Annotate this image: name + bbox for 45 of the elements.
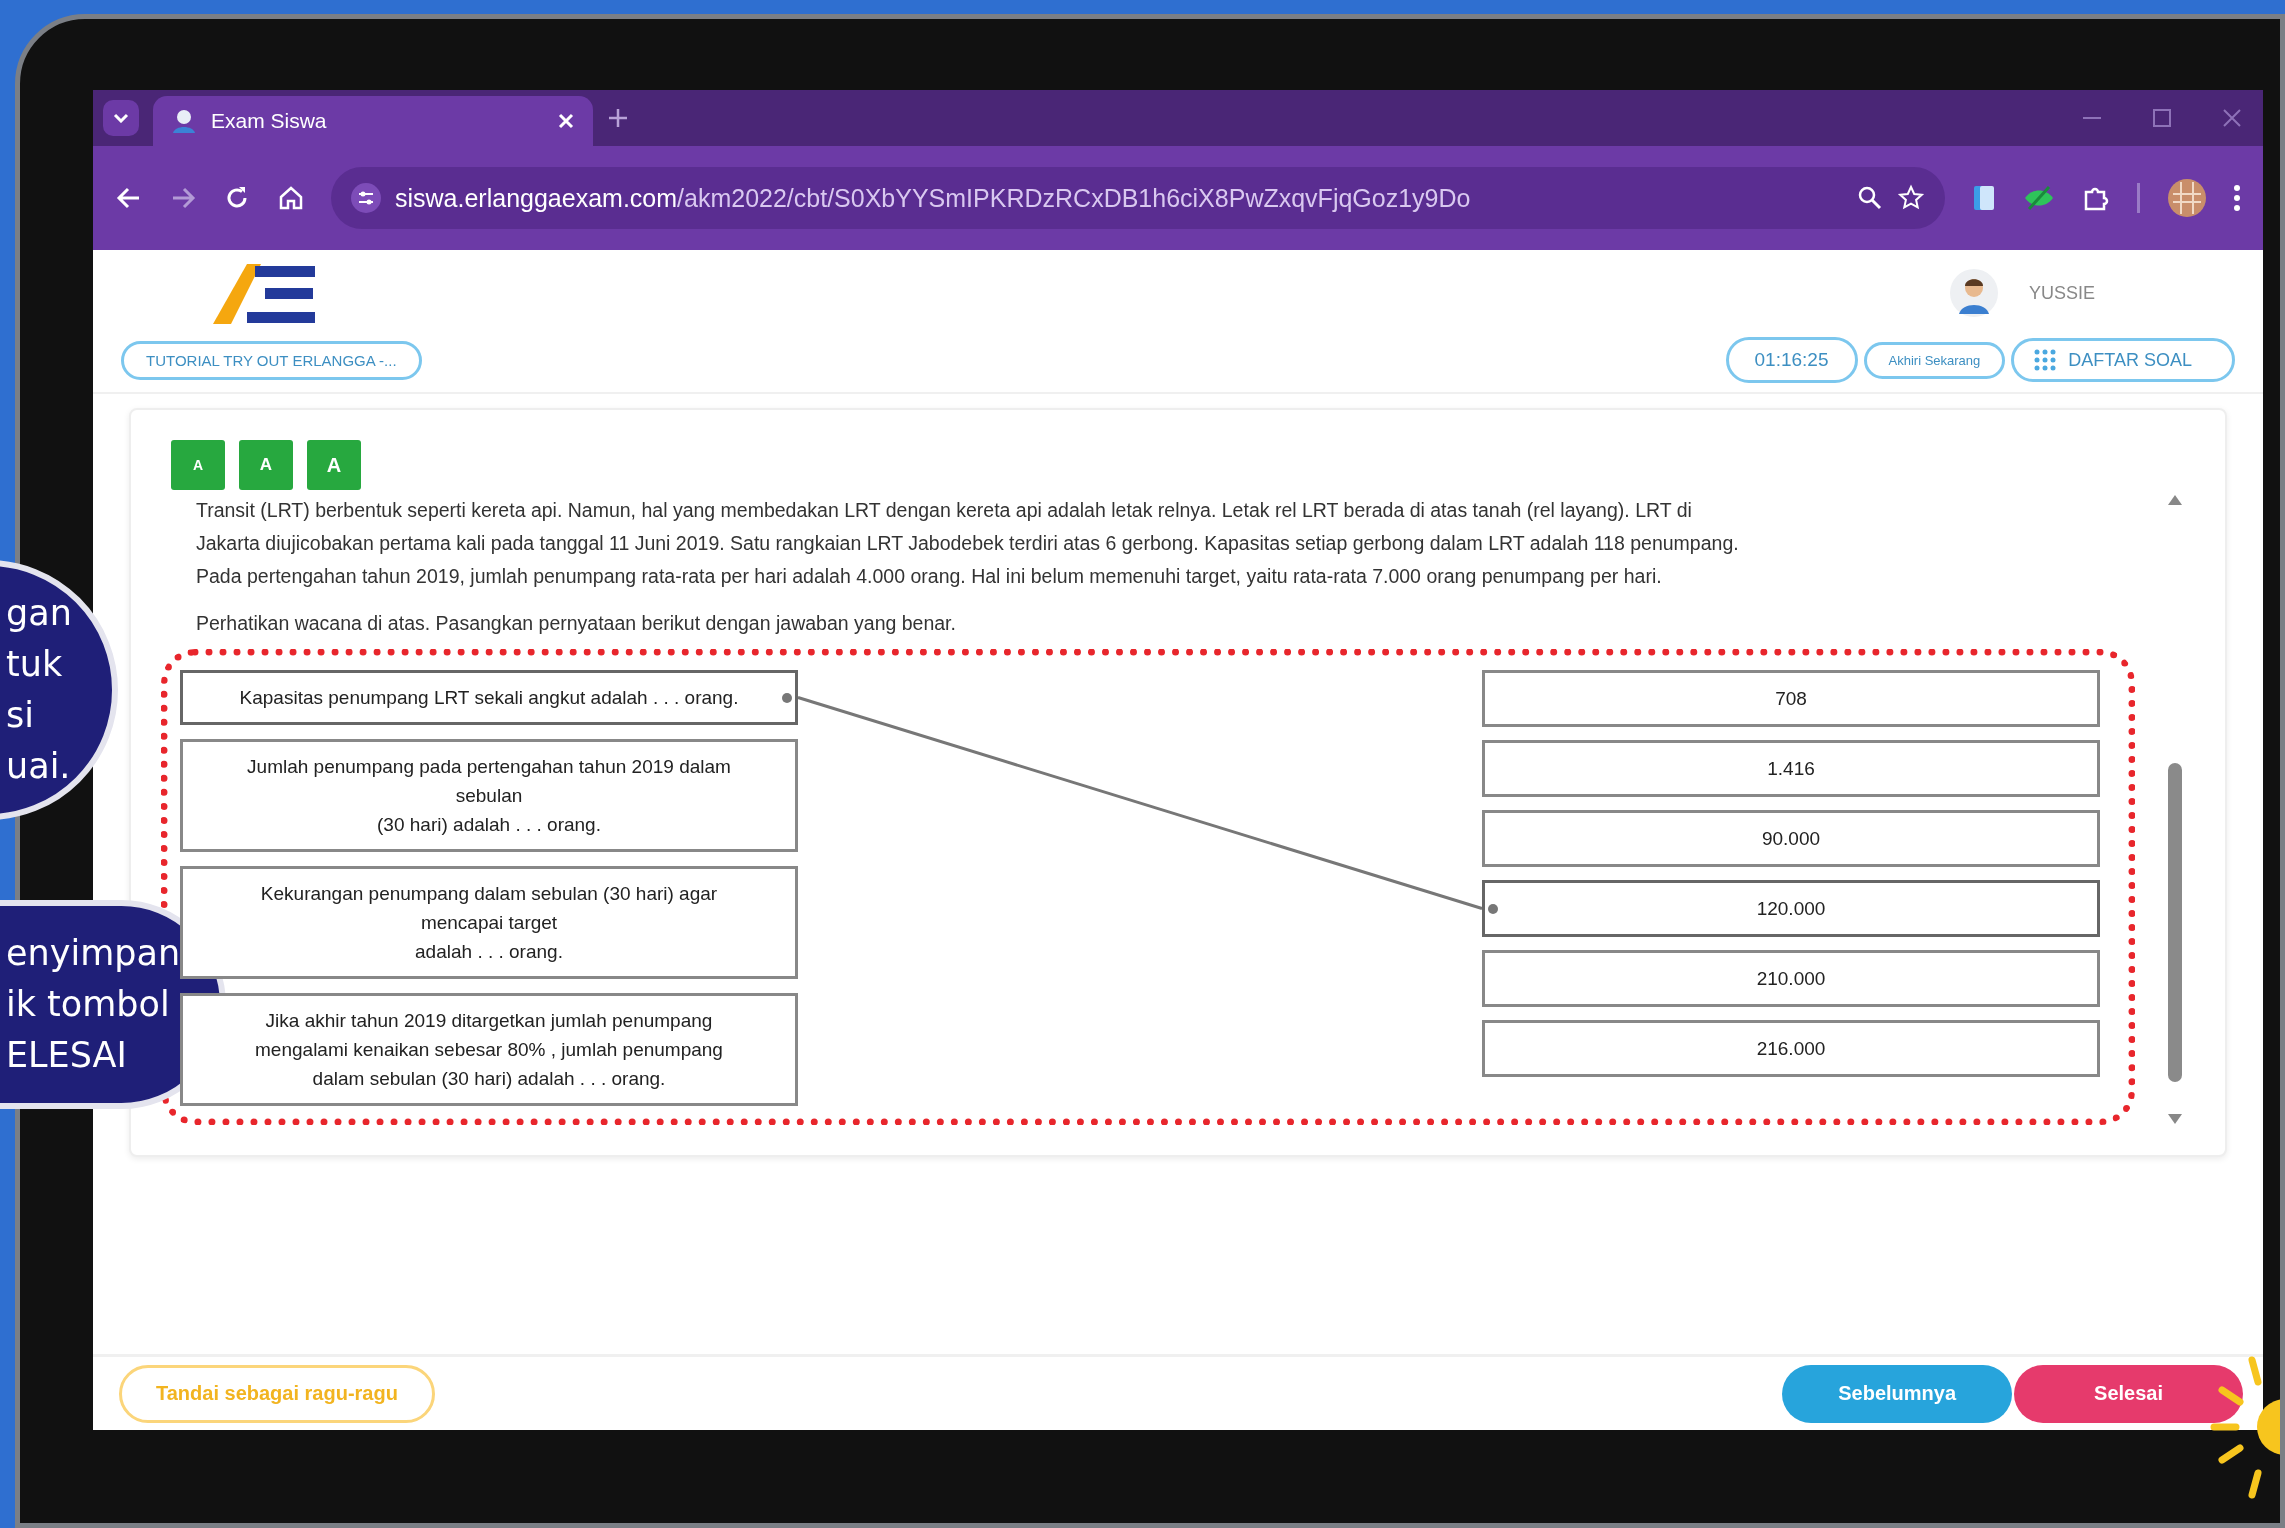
scroll-down-icon[interactable]	[2167, 1113, 2183, 1125]
statement-item[interactable]: Jumlah penumpang pada pertengahan tahun 2019 dalam sebulan (30 hari) adalah . . . orang.	[180, 739, 798, 852]
user-avatar-icon	[1948, 268, 1999, 318]
home-icon[interactable]	[277, 184, 305, 212]
site-settings-icon[interactable]	[351, 183, 381, 213]
passage-line: Pada pertengahan tahun 2019, jumlah penumpang rata-rata per hari adalah 4.000 orang. Hal ini belum memenuhi target, yaitu rata-rata 7.000 orang penumpang per hari.	[196, 564, 1663, 589]
more-menu-icon[interactable]	[2233, 183, 2241, 213]
answer-item[interactable]: 210.000	[1482, 950, 2100, 1007]
timer-badge: 01:16:25	[1725, 337, 1858, 383]
user-name: YUSSIE	[2028, 282, 2095, 304]
statement-item[interactable]: Kapasitas penumpang LRT sekali angkut adalah . . . orang.	[180, 670, 798, 725]
scroll-up-icon[interactable]	[2167, 494, 2183, 506]
test-name-badge: TUTORIAL TRY OUT ERLANGGA -...	[121, 340, 422, 380]
close-window-icon[interactable]	[2221, 107, 2243, 129]
new-tab-icon[interactable]	[607, 107, 629, 129]
zoom-icon[interactable]	[1857, 185, 1883, 211]
answer-item[interactable]: 708	[1482, 670, 2100, 727]
passage-line: Jakarta diujicobakan pertama kali pada tanggal 11 Juni 2019. Satu rangkaian LRT Jabodebek terdiri atas 6 gerbong. Kapasitas setiap gerbong dalam LRT adalah 118 penumpang.	[196, 531, 1740, 556]
tab-title: Exam Siswa	[211, 109, 328, 133]
answer-item[interactable]: 216.000	[1482, 1020, 2100, 1077]
finish-now-button[interactable]: Akhiri Sekarang	[1863, 341, 2006, 379]
tab-list-button[interactable]	[103, 100, 139, 136]
maximize-icon[interactable]	[2151, 107, 2173, 129]
close-icon[interactable]	[557, 112, 575, 130]
address-bar[interactable]: siswa.erlanggaexam.com/akm2022/cbt/S0XbYYSmIPKRDzRCxDB1h6ciX8PwZxqvFjqGoz1y9Do	[331, 167, 1945, 229]
chevron-down-icon	[113, 113, 129, 123]
question-list-button[interactable]: DAFTAR SOAL	[2011, 338, 2235, 382]
student-icon	[171, 108, 197, 134]
scrollbar-thumb[interactable]	[2168, 763, 2182, 1082]
instruction-text: Perhatikan wacana di atas. Pasangkan pernyataan berikut dengan jawaban yang benar.	[196, 612, 957, 635]
browser-tab[interactable]: Exam Siswa	[153, 96, 593, 146]
grid-icon	[2034, 349, 2057, 371]
document-icon[interactable]	[1971, 183, 1997, 213]
passage-line: Transit (LRT) berbentuk seperti kereta api. Namun, hal yang membedakan LRT dengan kereta api adalah letak relnya. Letak rel LRT berada di atas tanah (rel layang). LRT di	[196, 498, 1693, 523]
star-icon[interactable]	[1897, 184, 1925, 212]
answer-item[interactable]: 1.416	[1482, 740, 2100, 797]
answer-item[interactable]: 90.000	[1482, 810, 2100, 867]
separator-icon	[2137, 183, 2141, 213]
profile-avatar-icon[interactable]	[2167, 178, 2207, 218]
url-text: siswa.erlanggaexam.com/akm2022/cbt/S0XbYYSmIPKRDzRCxDB1h6ciX8PwZxqvFjqGoz1y9Do	[395, 183, 1471, 213]
statement-item[interactable]: Jika akhir tahun 2019 ditargetkan jumlah penumpang mengalami kenaikan sebesar 80% , jumlah penumpang dalam sebulan (30 hari) adalah . . . orang.	[180, 993, 798, 1106]
eye-slash-icon[interactable]	[2023, 185, 2055, 211]
statement-item[interactable]: Kekurangan penumpang dalam sebulan (30 hari) agar mencapai target adalah . . . orang.	[180, 866, 798, 979]
answer-item[interactable]: 120.000	[1482, 880, 2100, 937]
finish-button[interactable]: Selesai	[2014, 1364, 2243, 1423]
